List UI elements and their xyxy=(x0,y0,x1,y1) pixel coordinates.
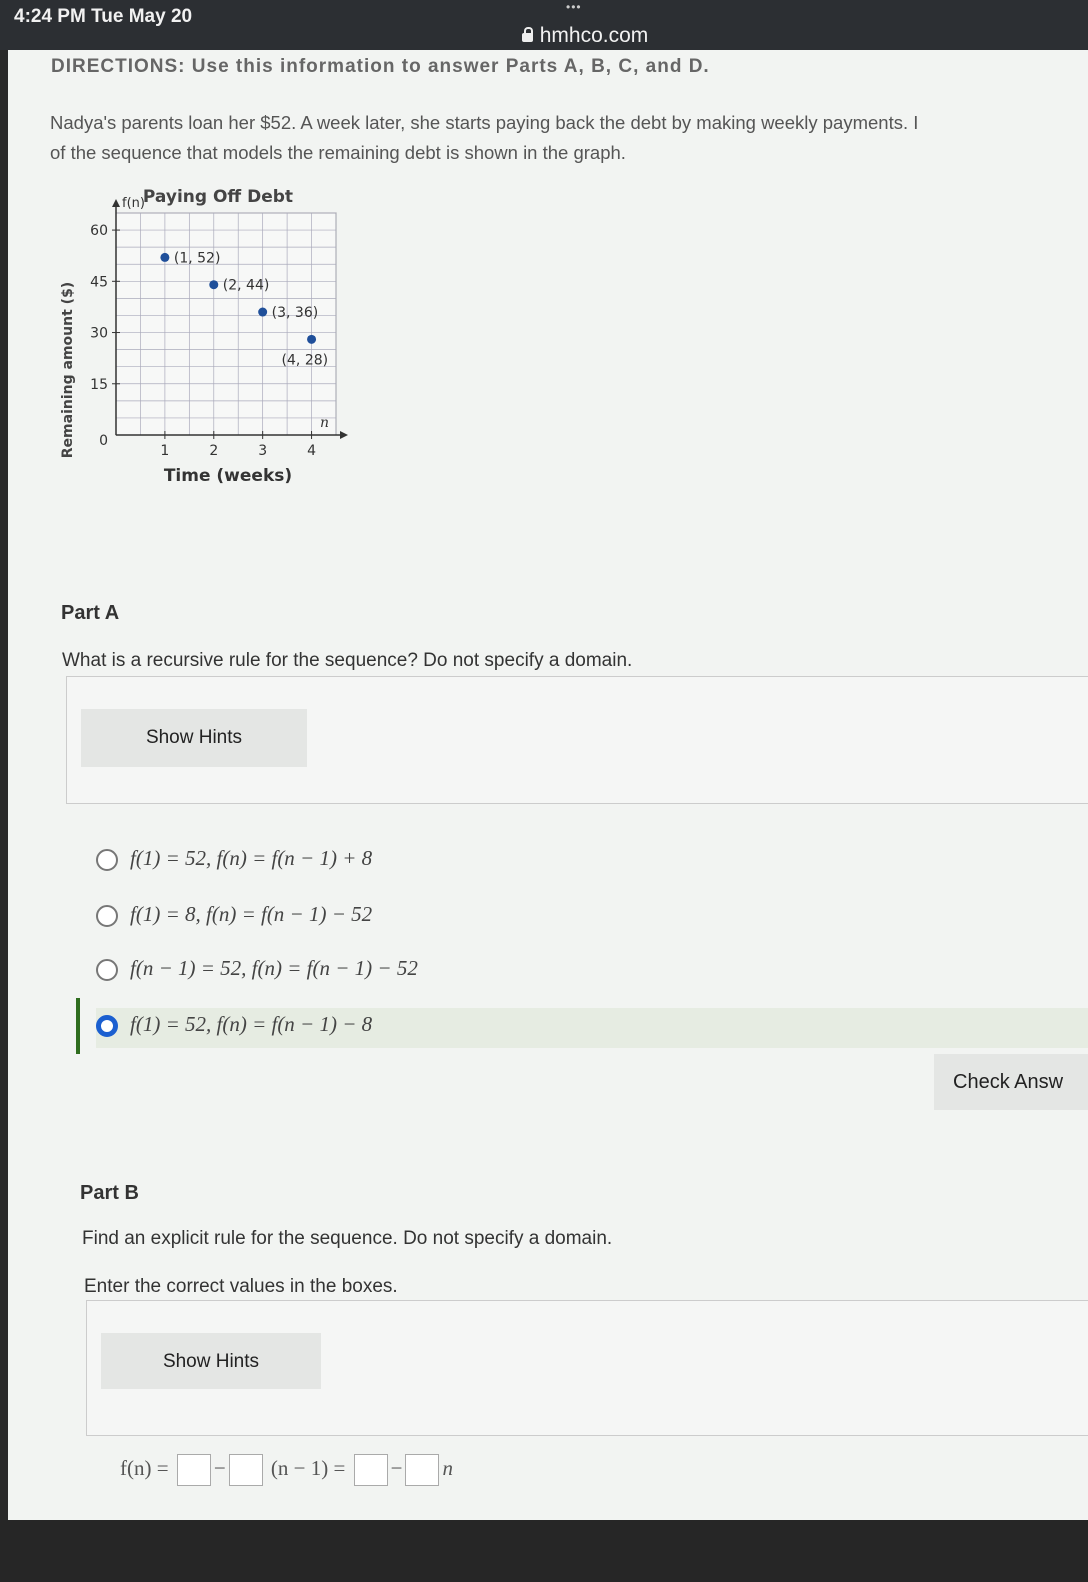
formula-mid: (n − 1) = xyxy=(270,1455,346,1480)
part-a-question: What is a recursive rule for the sequenc… xyxy=(62,650,633,671)
part-a-show-hints-button[interactable]: Show Hints xyxy=(81,709,307,767)
option-a1[interactable]: f(1) = 52, f(n) = f(n − 1) + 8 xyxy=(96,842,1088,882)
plot-area xyxy=(115,212,337,436)
y-tick-label: 45 xyxy=(90,274,108,290)
option-text: f(1) = 8, f(n) = f(n − 1) − 52 xyxy=(130,902,373,926)
radio-button[interactable] xyxy=(96,959,118,981)
answer-box-2[interactable] xyxy=(228,1454,263,1486)
selected-indicator xyxy=(76,998,80,1054)
radio-button[interactable] xyxy=(96,1015,118,1037)
y-tick-label: 30 xyxy=(90,326,108,342)
option-a4[interactable]: f(1) = 52, f(n) = f(n − 1) − 8 xyxy=(96,1008,1088,1048)
radio-button[interactable] xyxy=(96,849,118,871)
x-tick-label: 1 xyxy=(160,443,169,459)
more-dots-icon[interactable]: ••• xyxy=(566,0,582,14)
part-a-title: Part A xyxy=(61,602,120,624)
y-axis-arrow xyxy=(112,199,120,207)
formula-tail: n xyxy=(442,1455,453,1480)
problem-intro: Nadya's parents loan her $52. A week lat… xyxy=(50,108,1088,168)
lock-icon xyxy=(521,27,533,42)
check-answer-button[interactable]: Check Answ xyxy=(934,1054,1088,1110)
x-axis-arrow xyxy=(340,431,348,439)
intro-line-2: of the sequence that models the remainin… xyxy=(50,142,626,163)
y-axis-label: Remaining amount ($) xyxy=(60,282,76,458)
data-label: (4, 28) xyxy=(282,352,329,368)
part-b-show-hints-button[interactable]: Show Hints xyxy=(101,1333,321,1389)
data-label: (2, 44) xyxy=(223,278,270,294)
y-tick-label: 0 xyxy=(99,433,108,449)
y-variable-label: f(n) xyxy=(122,196,145,211)
x-tick-label: 4 xyxy=(307,443,316,459)
y-tick-label: 60 xyxy=(90,223,108,239)
directions-text: DIRECTIONS: Use this information to answ… xyxy=(51,56,710,77)
x-axis-label: Time (weeks) xyxy=(164,466,292,486)
data-point xyxy=(160,252,170,262)
part-b-question: Find an explicit rule for the sequence. … xyxy=(82,1228,613,1249)
page-content: DIRECTIONS: Use this information to answ… xyxy=(8,50,1088,1520)
answer-box-1[interactable] xyxy=(176,1454,211,1486)
device-bezel xyxy=(0,1520,1088,1582)
radio-button[interactable] xyxy=(96,905,118,927)
answer-box-4[interactable] xyxy=(405,1454,440,1486)
y-tick-label: 15 xyxy=(90,377,108,393)
explicit-formula: f(n) = − (n − 1) = − n xyxy=(120,1454,453,1486)
address-bar[interactable]: hmhco.com xyxy=(0,24,1088,48)
x-variable-label: n xyxy=(320,415,329,431)
data-label: (1, 52) xyxy=(174,250,221,266)
data-point xyxy=(307,334,317,344)
url-text: hmhco.com xyxy=(539,24,649,47)
x-tick-label: 2 xyxy=(209,443,218,459)
data-point xyxy=(209,280,219,290)
option-text: f(n − 1) = 52, f(n) = f(n − 1) − 52 xyxy=(130,956,418,980)
part-a-hint-panel: Show Hints xyxy=(66,676,1088,804)
intro-line-1: Nadya's parents loan her $52. A week lat… xyxy=(50,112,919,133)
chart-title: Paying Off Debt xyxy=(143,187,293,207)
formula-minus-2: − xyxy=(390,1455,403,1480)
x-tick-label: 3 xyxy=(258,443,267,459)
option-text: f(1) = 52, f(n) = f(n − 1) + 8 xyxy=(130,846,373,870)
status-bar: 4:24 PM Tue May 20 ••• hmhco.com xyxy=(0,0,1088,50)
chart-grid xyxy=(115,212,337,436)
answer-box-3[interactable] xyxy=(353,1454,388,1486)
formula-lhs: f(n) = xyxy=(120,1455,169,1480)
part-b-hint-panel: Show Hints xyxy=(86,1300,1088,1436)
option-text: f(1) = 52, f(n) = f(n − 1) − 8 xyxy=(130,1012,373,1036)
data-label: (3, 36) xyxy=(272,305,319,321)
data-point xyxy=(258,307,268,317)
part-b-instruction: Enter the correct values in the boxes. xyxy=(84,1276,398,1297)
option-a2[interactable]: f(1) = 8, f(n) = f(n − 1) − 52 xyxy=(96,898,1088,938)
debt-chart: Paying Off Debt Remaining amount ($) Tim… xyxy=(60,187,348,486)
formula-minus-1: − xyxy=(213,1455,226,1480)
option-a3[interactable]: f(n − 1) = 52, f(n) = f(n − 1) − 52 xyxy=(96,952,1088,992)
part-b-title: Part B xyxy=(80,1182,139,1204)
